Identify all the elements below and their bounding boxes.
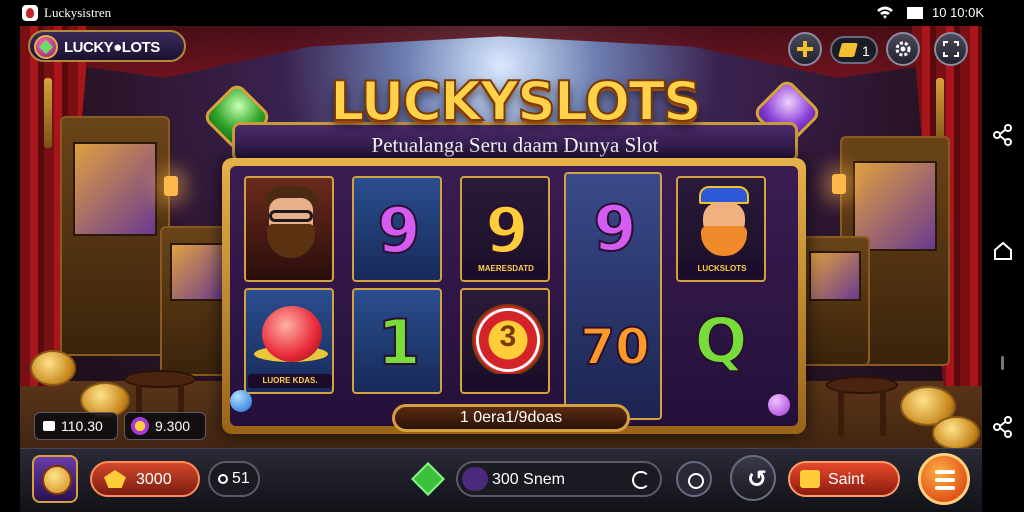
reel-1: LUORE KDAS.: [240, 172, 338, 420]
spin-count-text: 300 Snem: [492, 471, 565, 488]
logo-text: LUCKY●LOTS: [64, 39, 160, 56]
ticket-icon: [838, 43, 858, 57]
pink-gem-icon: [768, 394, 790, 416]
spin-slider-knob[interactable]: [462, 467, 488, 491]
game-logo[interactable]: LUCKY●LOTS: [28, 30, 186, 62]
ticket-count: 1: [862, 43, 870, 59]
game-title: LUCKYSLOTS: [329, 69, 703, 134]
coin-value: 9.300: [155, 418, 191, 434]
reel-4: 9 70: [564, 172, 662, 420]
one-symbol: 1: [376, 306, 421, 379]
wall-lamp: [164, 176, 178, 196]
refresh-icon[interactable]: [632, 471, 650, 489]
reel-cell: Q: [676, 288, 766, 394]
chip-value: 3: [499, 320, 517, 353]
avatar[interactable]: [32, 455, 78, 503]
diamond-icon[interactable]: [411, 462, 445, 496]
coin-icon: [131, 417, 149, 435]
battery-icon: [907, 7, 923, 19]
reel-cell: LUCKSLOTS: [676, 176, 766, 282]
logo-gem-icon: [34, 35, 58, 59]
reel-cell: LUORE KDAS.: [244, 288, 334, 394]
symbol-label: MAERESDATD: [464, 262, 548, 276]
gear-icon: [895, 41, 911, 57]
reel-cell: [244, 176, 334, 282]
blue-gem-icon: [230, 390, 252, 412]
gold-coins: [932, 416, 980, 450]
slot-reels-frame: LUORE KDAS. 9 1 9 MAERESDATD 3 9 70 LUCK…: [222, 158, 806, 434]
game-screen: LUCKY●LOTS 1 Petualanga Seru daam Dunya …: [20, 26, 982, 512]
balance-readout: 110.30: [34, 412, 118, 440]
status-bar: Luckysistren 10 10:0K: [0, 0, 1024, 26]
bet-button[interactable]: 3000: [90, 461, 200, 497]
arcade-machine: [800, 236, 870, 366]
jester-symbol: [693, 186, 753, 258]
reel-5: LUCKSLOTS Q: [672, 172, 770, 420]
bar-stool: [826, 376, 898, 436]
nine-symbol: 9: [484, 194, 529, 267]
fullscreen-button[interactable]: [934, 32, 968, 66]
menu-button[interactable]: [918, 453, 970, 505]
reel-cell: 1: [352, 288, 442, 394]
start-button[interactable]: Saint: [788, 461, 900, 497]
spin-count-bar[interactable]: 300 Snem: [456, 461, 662, 497]
ticket-icon: [800, 470, 820, 488]
cash-icon: [43, 421, 55, 431]
tassel: [44, 78, 52, 148]
ring-icon: [218, 474, 228, 484]
share-icon[interactable]: [992, 124, 1014, 146]
nine-symbol: 9: [592, 192, 637, 265]
add-coins-button[interactable]: [788, 32, 822, 66]
reel-cell: 9 MAERESDATD: [460, 176, 550, 282]
arcade-machine: [60, 116, 170, 356]
spin-arrow-icon: ↺: [747, 466, 768, 493]
ticket-counter[interactable]: 1: [830, 36, 878, 64]
app-icon: [22, 5, 38, 21]
reels-area: LUORE KDAS. 9 1 9 MAERESDATD 3 9 70 LUCK…: [230, 166, 798, 426]
bearded-man-symbol: [261, 186, 321, 258]
lines-selector[interactable]: 51: [208, 461, 260, 497]
bet-value: 3000: [136, 471, 172, 488]
plus-icon: [797, 41, 813, 57]
balance-value: 110.30: [61, 418, 103, 434]
game-subtitle: Petualanga Seru daam Dunya Slot: [371, 133, 659, 157]
symbol-label: LUORE KDAS.: [248, 374, 332, 388]
status-app-title: Luckysistren: [44, 5, 112, 20]
reel-cell: 9: [570, 176, 660, 282]
sound-button[interactable]: [676, 461, 712, 497]
symbol-label: LUCKSLOTS: [680, 262, 764, 276]
q-symbol: Q: [694, 304, 749, 377]
wall-lamp: [832, 174, 846, 194]
settings-button[interactable]: [886, 32, 920, 66]
coin-readout: 9.300: [124, 412, 206, 440]
reel-3: 9 MAERESDATD 3: [456, 172, 554, 420]
reel-cell: 70: [570, 288, 660, 394]
spin-button[interactable]: ↺: [730, 455, 776, 501]
symbol-label: [464, 374, 548, 388]
reel-2: 9 1: [348, 172, 446, 420]
nav-handle[interactable]: [1001, 356, 1004, 370]
system-nav-bar: [982, 26, 1024, 512]
reel-cell: 3: [460, 288, 550, 394]
seventy-symbol: 70: [579, 317, 651, 377]
payline-bar: 1 0era1/9doas: [392, 404, 630, 432]
crown-icon: [104, 470, 126, 488]
nine-symbol: 9: [376, 194, 421, 267]
start-label: Saint: [828, 471, 865, 488]
status-time: 10 10:0K: [932, 5, 985, 20]
share-icon[interactable]: [992, 416, 1014, 438]
home-icon[interactable]: [992, 240, 1014, 262]
wifi-icon: [877, 6, 893, 19]
bottom-control-bar: 3000 51 300 Snem ↺ Saint: [20, 448, 982, 512]
reel-cell: 9: [352, 176, 442, 282]
fullscreen-icon: [943, 41, 959, 57]
gold-coins: [30, 350, 76, 386]
red-ball-symbol: [262, 306, 322, 362]
lines-value: 51: [232, 470, 250, 487]
